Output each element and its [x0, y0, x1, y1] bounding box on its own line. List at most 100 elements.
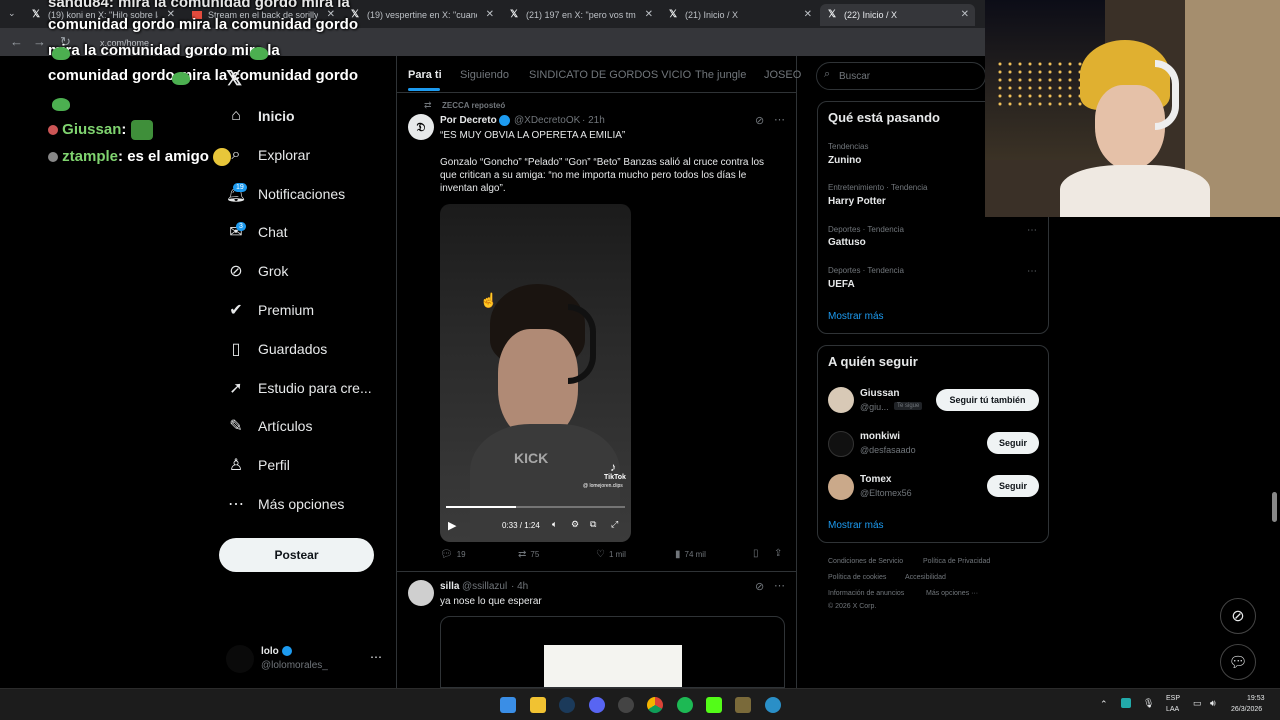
play-icon[interactable]: ▶ [448, 519, 456, 532]
messages-float-button[interactable]: 💬︎ [1220, 644, 1256, 680]
tray-chevron-icon[interactable]: ⌃ [1100, 699, 1108, 710]
trend-name[interactable]: Gattuso [828, 237, 866, 248]
settings-icon[interactable]: ⚙ [571, 519, 579, 530]
tab-siguiendo[interactable]: Siguiendo [460, 69, 509, 81]
sidebar-item-guardados[interactable]: ▯ Guardados [226, 334, 328, 364]
kick-icon[interactable] [706, 697, 722, 713]
chrome-icon[interactable] [647, 697, 663, 713]
follow-avatar[interactable] [828, 431, 854, 457]
tab-sindicato[interactable]: SINDICATO DE GORDOS VICIO [529, 69, 691, 81]
trend-more-icon[interactable]: ⋯ [1027, 266, 1037, 277]
obs-icon[interactable] [618, 697, 634, 713]
sidebar-item-explorar[interactable]: ⌕ Explorar [226, 140, 311, 170]
tweet-video[interactable]: KICK ♪ TikTok @ lomejoren.clips ▶ 0:33 /… [440, 204, 631, 542]
tab-para-ti[interactable]: Para ti [408, 69, 442, 81]
video-progress-track[interactable] [446, 506, 625, 508]
trend-more-icon[interactable]: ⋯ [1027, 225, 1037, 236]
start-icon[interactable] [500, 697, 516, 713]
tab-list-icon[interactable]: ⌄ [8, 8, 16, 19]
steam-icon[interactable] [559, 697, 575, 713]
browser-tab[interactable]: 𝕏 (21) Inicio / X ✕ [661, 4, 818, 26]
browser-tab[interactable]: 𝕏(21) 197 en X: "pero vos tmb m✕ [502, 4, 659, 26]
back-icon[interactable]: ← [10, 34, 23, 49]
tweet-more-icon[interactable]: ⋯ [774, 113, 785, 126]
trend-name[interactable]: UEFA [828, 279, 855, 290]
follow-name[interactable]: Tomex [860, 474, 892, 485]
sidebar-item-premium[interactable]: ✔ Premium [226, 295, 314, 325]
close-tab-icon[interactable]: ✕ [645, 9, 653, 20]
clock-date[interactable]: 26/3/2026 [1231, 706, 1262, 713]
x-logo-icon[interactable]: 𝕏 [226, 66, 242, 91]
close-tab-icon[interactable]: ✕ [486, 9, 494, 20]
sidebar-item-inicio[interactable]: ⌂ Inicio [226, 101, 294, 131]
show-more-link[interactable]: Mostrar más [828, 311, 884, 322]
file-explorer-icon[interactable] [530, 697, 546, 713]
footer-link[interactable]: Política de Privacidad [923, 558, 990, 565]
tweet-author-name[interactable]: Por Decreto [440, 115, 497, 126]
follow-button[interactable]: Seguir [987, 432, 1039, 454]
sidebar-item-articulos[interactable]: ✎ Artículos [226, 411, 312, 441]
app-icon[interactable] [765, 697, 781, 713]
follow-button[interactable]: Seguir [987, 475, 1039, 497]
tab-the-jungle[interactable]: The jungle [695, 69, 746, 81]
footer-link[interactable]: Más opciones ··· [926, 590, 978, 597]
close-tab-icon[interactable]: ✕ [961, 9, 969, 20]
footer-link[interactable]: Condiciones de Servicio [828, 558, 903, 565]
footer-link[interactable]: Accesibilidad [905, 574, 946, 581]
tweet-author-name[interactable]: silla [440, 581, 459, 592]
sidebar-item-estudio[interactable]: ➚ Estudio para cre... [226, 373, 371, 403]
volume-icon[interactable]: 🔈︎ [552, 519, 557, 530]
grok-float-button[interactable]: ⊘ [1220, 598, 1256, 634]
fullscreen-icon[interactable]: ⤢ [611, 519, 618, 530]
share-icon[interactable]: ⇪ [774, 548, 782, 559]
pip-icon[interactable]: ⧉ [590, 519, 596, 530]
tweet-media[interactable] [440, 616, 785, 688]
tab-joseo[interactable]: JOSEO [764, 69, 801, 81]
sidebar-item-chat[interactable]: ✉ Chat [226, 217, 287, 247]
trend-name[interactable]: Zunino [828, 155, 861, 166]
footer-link[interactable]: Política de cookies [828, 574, 886, 581]
repost-button[interactable]: ⇄ 75 [518, 549, 539, 560]
browser-tab-active[interactable]: 𝕏 (22) Inicio / X ✕ [820, 4, 975, 26]
volume-icon[interactable]: 🔊︎ [1210, 698, 1216, 709]
sidebar-item-mas-opciones[interactable]: ⋯ Más opciones [226, 489, 344, 519]
trend-name[interactable]: Harry Potter [828, 196, 886, 207]
search-input[interactable]: Buscar [816, 62, 986, 90]
sidebar-item-grok[interactable]: ⊘ Grok [226, 256, 288, 286]
tweet-time[interactable]: · 21h [582, 115, 605, 126]
tweet-more-icon[interactable]: ⋯ [774, 579, 785, 592]
clock-time[interactable]: 19:53 [1247, 695, 1265, 702]
microphone-icon[interactable]: 🎙︎ [1143, 698, 1154, 709]
tweet-time[interactable]: · 4h [511, 581, 528, 592]
follow-name[interactable]: monkiwi [860, 431, 900, 442]
views-button[interactable]: ▮ 74 mil [675, 549, 706, 560]
follow-avatar[interactable] [828, 474, 854, 500]
spotify-icon[interactable] [677, 697, 693, 713]
page-scrollbar[interactable] [1272, 492, 1277, 522]
forward-icon[interactable]: → [33, 34, 46, 49]
bookmark-icon[interactable]: ▯ [753, 548, 759, 559]
language-region[interactable]: LAA [1166, 706, 1179, 713]
grok-icon[interactable]: ⊘ [755, 580, 764, 593]
tweet-handle[interactable]: @XDecretoOK [514, 115, 580, 126]
tweet-avatar[interactable] [408, 580, 434, 606]
reply-button[interactable]: 💬︎ 19 [440, 549, 466, 560]
discord-icon[interactable] [589, 697, 605, 713]
show-more-link[interactable]: Mostrar más [828, 520, 884, 531]
close-tab-icon[interactable]: ✕ [804, 9, 812, 20]
language-code[interactable]: ESP [1166, 695, 1180, 702]
footer-link[interactable]: Información de anuncios [828, 590, 904, 597]
minecraft-icon[interactable] [735, 697, 751, 713]
grok-icon[interactable]: ⊘ [755, 114, 764, 127]
tweet-handle[interactable]: @ssillazul [462, 581, 507, 592]
account-avatar[interactable] [226, 645, 254, 673]
like-button[interactable]: ♡ 1 mil [596, 549, 626, 560]
follow-avatar[interactable] [828, 387, 854, 413]
tray-app-icon[interactable] [1121, 698, 1131, 708]
follow-back-button[interactable]: Seguir tú también [936, 389, 1039, 411]
follow-name[interactable]: Giussan [860, 388, 899, 399]
post-button[interactable]: Postear [219, 538, 374, 572]
tweet-avatar[interactable]: 𝔇 [408, 114, 434, 140]
network-icon[interactable]: ▭ [1193, 698, 1202, 709]
sidebar-item-perfil[interactable]: ♙ Perfil [226, 450, 290, 480]
